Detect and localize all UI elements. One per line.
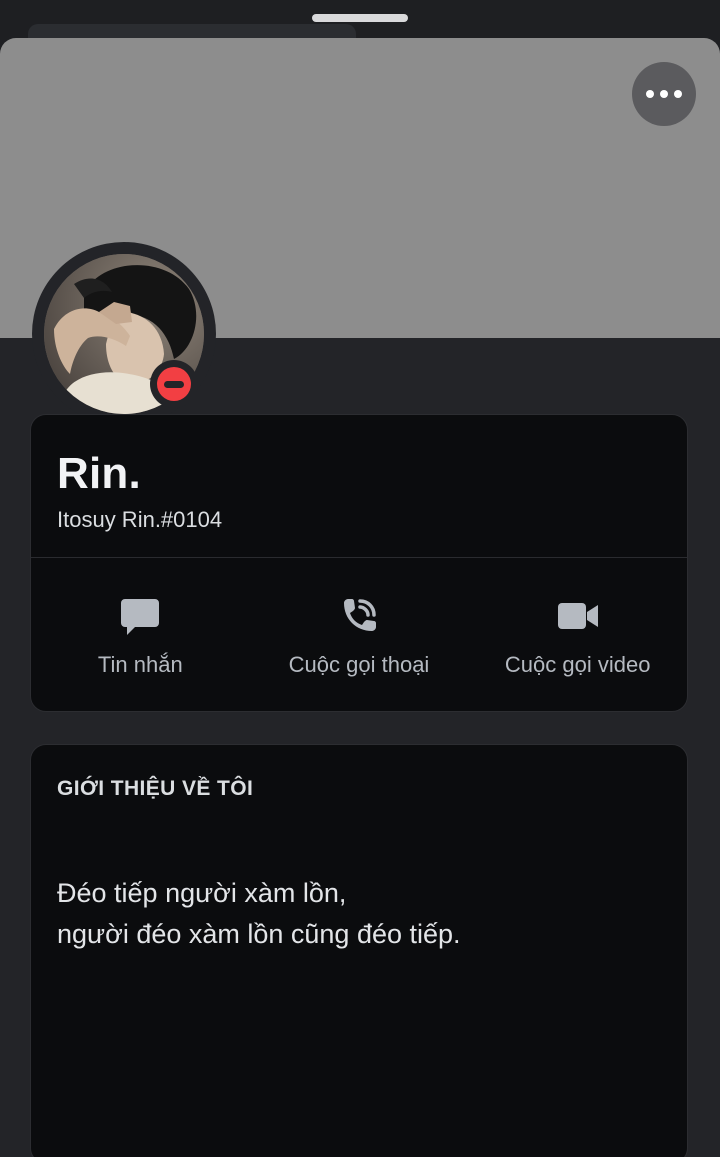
- more-dot-icon: [674, 90, 682, 98]
- more-dot-icon: [660, 90, 668, 98]
- video-call-button[interactable]: Cuộc gọi video: [468, 558, 687, 712]
- message-label: Tin nhắn: [97, 652, 183, 677]
- about-me-line: Đéo tiếp người xàm lồn,: [57, 878, 347, 908]
- avatar-frame: [32, 242, 216, 426]
- video-call-label: Cuộc gọi video: [504, 652, 651, 677]
- about-me-text: Đéo tiếp người xàm lồn, người đéo xàm lồ…: [57, 873, 667, 955]
- sheet-drag-handle[interactable]: [312, 14, 408, 22]
- action-bar: Tin nhắn Cuộc gọi thoại Cuộc gọi video: [31, 558, 687, 712]
- dnd-bar: [164, 380, 184, 388]
- profile-card: Rin. Itosuy Rin.#0104 Tin nhắn Cuộc gọi …: [30, 414, 688, 712]
- do-not-disturb-icon: [157, 367, 191, 401]
- more-dot-icon: [646, 90, 654, 98]
- message-icon: [118, 594, 162, 638]
- status-indicator: [150, 360, 198, 408]
- message-button[interactable]: Tin nhắn: [31, 558, 250, 712]
- about-me-card: GIỚI THIỆU VỀ TÔI Đéo tiếp người xàm lồn…: [30, 744, 688, 1157]
- display-name: Rin.: [57, 449, 141, 498]
- username: Itosuy Rin.#0104: [57, 507, 223, 532]
- voice-call-label: Cuộc gọi thoại: [288, 652, 430, 677]
- video-call-icon: [556, 594, 600, 638]
- about-me-line: người đéo xàm lồn cũng đéo tiếp.: [57, 919, 461, 949]
- more-options-button[interactable]: [632, 62, 696, 126]
- about-me-heading: GIỚI THIỆU VỀ TÔI: [57, 777, 254, 800]
- voice-call-icon: [337, 594, 381, 638]
- profile-screen: Rin. Itosuy Rin.#0104 Tin nhắn Cuộc gọi …: [0, 0, 720, 1157]
- voice-call-button[interactable]: Cuộc gọi thoại: [250, 558, 469, 712]
